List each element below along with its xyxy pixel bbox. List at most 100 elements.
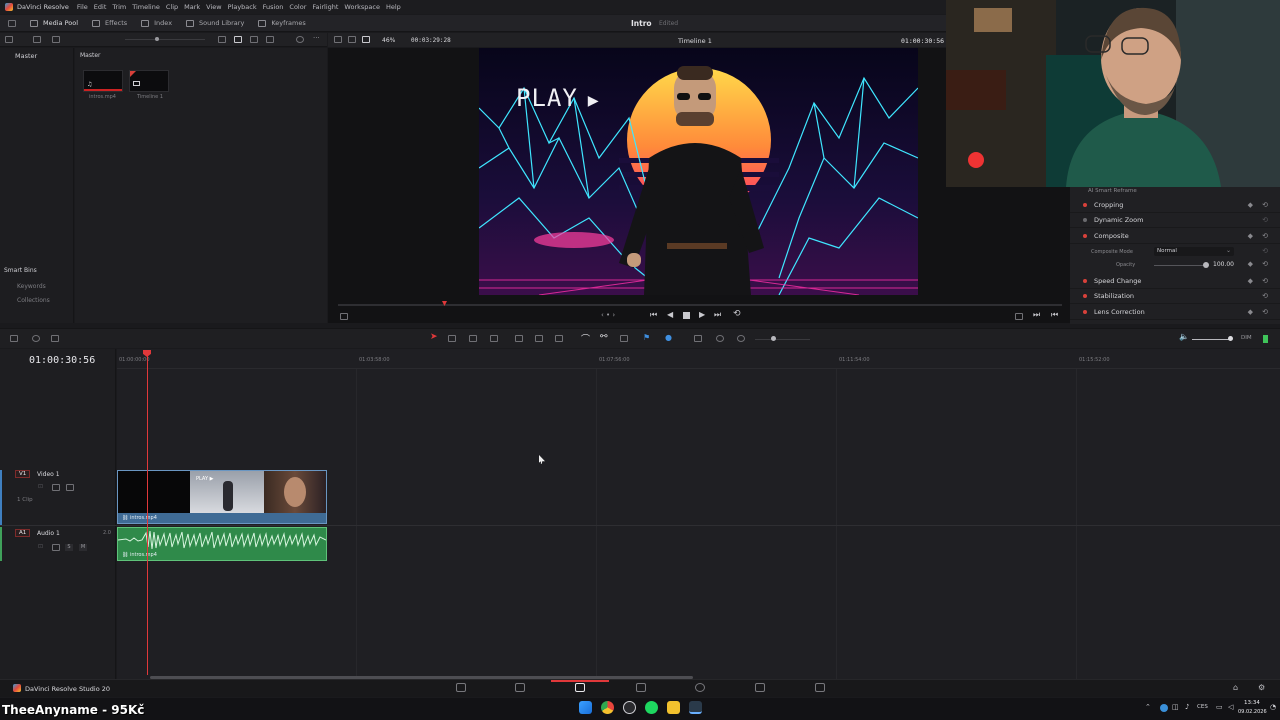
speed-change-keyframe-icon[interactable]: ◆: [1248, 277, 1253, 285]
speaker-icon[interactable]: ◁: [1228, 703, 1233, 711]
inspector-dynamic-zoom[interactable]: Dynamic Zoom ⟲: [1070, 213, 1280, 228]
media-page-icon[interactable]: [456, 683, 466, 692]
lens-correction-keyframe-icon[interactable]: ◆: [1248, 308, 1253, 316]
fairlight-page-icon[interactable]: [755, 683, 765, 692]
lens-correction-reset-icon[interactable]: ⟲: [1262, 308, 1268, 316]
jog-control[interactable]: ‹ • ›: [601, 311, 615, 319]
fusion-page-icon[interactable]: [636, 683, 646, 692]
timeline-thumbnail[interactable]: [129, 70, 169, 92]
loop-icon[interactable]: ⟲: [733, 309, 741, 319]
match-frame-icon[interactable]: [1015, 313, 1023, 320]
zoom-level[interactable]: 46%: [382, 37, 395, 44]
opacity-slider[interactable]: [1154, 265, 1204, 266]
composite-mode-select[interactable]: Normal ⌄: [1154, 247, 1234, 256]
tray-chevron-up-icon[interactable]: ⌃: [1145, 703, 1151, 711]
audio-track-badge[interactable]: A1: [15, 529, 31, 537]
color-page-icon[interactable]: [695, 683, 705, 692]
menu-fairlight[interactable]: Fairlight: [312, 3, 338, 11]
timeline-timecode[interactable]: 01:00:30:56: [29, 355, 95, 366]
flag-icon[interactable]: ⚑: [643, 333, 650, 342]
detail-zoom-icon[interactable]: [716, 335, 724, 342]
video-track-name[interactable]: Video 1: [37, 471, 60, 478]
menu-help[interactable]: Help: [386, 3, 401, 11]
audio-track-lock-icon[interactable]: ⊡: [38, 543, 43, 550]
thumbnail-size-slider[interactable]: [125, 39, 205, 40]
menu-edit[interactable]: Edit: [94, 3, 107, 11]
sound-library-button[interactable]: Sound Library: [186, 19, 244, 27]
bin-view-icon[interactable]: [33, 36, 41, 43]
video-track-disable-icon[interactable]: [66, 484, 74, 491]
master-bin[interactable]: Master: [15, 52, 37, 60]
menu-playback[interactable]: Playback: [228, 3, 257, 11]
microphone-icon[interactable]: ♪: [1185, 703, 1189, 711]
stabilization-enable-icon[interactable]: [1083, 294, 1087, 298]
insert-clip-icon[interactable]: [515, 335, 523, 342]
viewer-layout-icon[interactable]: [334, 36, 342, 43]
stop-icon[interactable]: [683, 312, 690, 319]
marker-icon[interactable]: ●: [665, 333, 672, 342]
timeline-selector[interactable]: Timeline 1: [678, 37, 712, 45]
clock-time[interactable]: 13:34: [1244, 700, 1260, 706]
dual-viewer-icon[interactable]: [348, 36, 356, 43]
lens-correction-enable-icon[interactable]: [1083, 310, 1087, 314]
deliver-page-icon[interactable]: [815, 683, 825, 692]
menu-timeline[interactable]: Timeline: [132, 3, 160, 11]
search-icon[interactable]: [296, 36, 304, 43]
viewer-scrub-bar[interactable]: [338, 301, 1062, 306]
stabilization-reset-icon[interactable]: ⟲: [1262, 292, 1268, 300]
playhead[interactable]: [147, 353, 148, 675]
inspector-stabilization[interactable]: Stabilization ⟲: [1070, 289, 1280, 304]
menu-workspace[interactable]: Workspace: [344, 3, 380, 11]
menu-fusion[interactable]: Fusion: [263, 3, 284, 11]
windows-start-icon[interactable]: [579, 701, 592, 714]
volume-slider-knob[interactable]: [1228, 336, 1233, 341]
go-to-end-icon[interactable]: ⏭: [714, 310, 721, 320]
play-reverse-icon[interactable]: ◀: [667, 310, 673, 319]
edit-page-icon[interactable]: [575, 683, 585, 692]
bin-list-toggle-icon[interactable]: [5, 36, 13, 43]
clock-date[interactable]: 09.02.2026: [1238, 709, 1267, 715]
timeline-ruler[interactable]: 01:00:00:00 01:03:58:00 01:07:56:00 01:1…: [117, 349, 1280, 369]
overwrite-clip-icon[interactable]: [535, 335, 543, 342]
inspector-lens-correction[interactable]: Lens Correction ◆ ⟲: [1070, 305, 1280, 320]
thumbnail-view-icon[interactable]: [234, 36, 242, 43]
volume-slider[interactable]: [1192, 339, 1232, 340]
audio-clip[interactable]: ⛓ intros.mp4: [117, 527, 327, 561]
menu-clip[interactable]: Clip: [166, 3, 178, 11]
spotify-icon[interactable]: [645, 701, 658, 714]
inspector-composite[interactable]: Composite ◆ ⟲: [1070, 229, 1280, 244]
clip-thumbnail[interactable]: ♫: [83, 70, 123, 92]
cut-page-icon[interactable]: [515, 683, 525, 692]
video-track-badge[interactable]: V1: [15, 470, 31, 478]
file-explorer-icon[interactable]: [667, 701, 680, 714]
next-edit-icon[interactable]: ⏮: [1051, 310, 1058, 320]
tray-app-icon[interactable]: [1160, 704, 1168, 712]
menu-view[interactable]: View: [206, 3, 221, 11]
scrub-playhead[interactable]: [442, 301, 447, 306]
smart-bin-keywords[interactable]: Keywords: [17, 283, 46, 290]
zoom-slider[interactable]: [755, 339, 810, 340]
volume-icon[interactable]: 🔈: [1179, 332, 1189, 341]
network-icon[interactable]: ◫: [1172, 703, 1179, 711]
composite-mode-reset-icon[interactable]: ⟲: [1262, 247, 1268, 255]
mute-button[interactable]: M: [79, 544, 87, 551]
voiceover-icon[interactable]: [51, 335, 59, 342]
cropping-enable-icon[interactable]: [1083, 203, 1087, 207]
timeline-settings-icon[interactable]: [32, 335, 40, 342]
video-track-lock-icon[interactable]: ⊡: [38, 483, 43, 490]
speed-change-enable-icon[interactable]: [1083, 279, 1087, 283]
menu-color[interactable]: Color: [289, 3, 306, 11]
metadata-view-icon[interactable]: [218, 36, 226, 43]
inspector-speed-change[interactable]: Speed Change ◆ ⟲: [1070, 274, 1280, 289]
home-icon[interactable]: ⌂: [1233, 683, 1238, 692]
more-options-icon[interactable]: ···: [313, 34, 320, 42]
chrome-icon[interactable]: [601, 701, 614, 714]
menu-trim[interactable]: Trim: [112, 3, 126, 11]
obs-icon[interactable]: [623, 701, 636, 714]
effects-button[interactable]: Effects: [92, 19, 127, 27]
video-clip[interactable]: PLAY ▶ ⛓ intros.mp4: [117, 470, 327, 524]
dynamic-trim-icon[interactable]: [469, 335, 477, 342]
opacity-reset-icon[interactable]: ⟲: [1262, 260, 1268, 268]
custom-zoom-icon[interactable]: [737, 335, 745, 342]
sort-icon[interactable]: [266, 36, 274, 43]
